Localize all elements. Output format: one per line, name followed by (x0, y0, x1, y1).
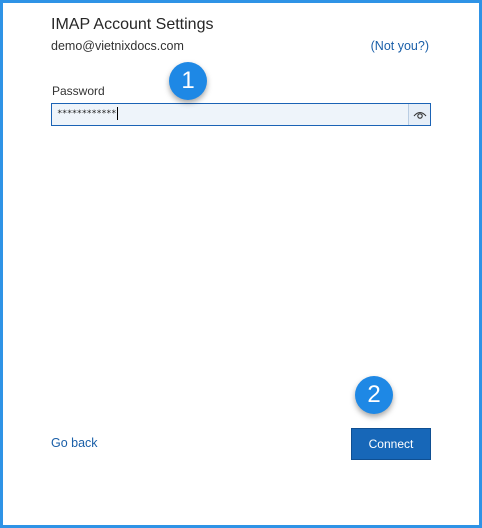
imap-settings-dialog: IMAP Account Settings demo@vietnixdocs.c… (0, 0, 482, 528)
step-1-badge: 1 (169, 62, 207, 100)
go-back-link[interactable]: Go back (51, 436, 98, 450)
text-caret (117, 107, 119, 120)
connect-button[interactable]: Connect (351, 428, 431, 460)
password-value: ************ (57, 107, 119, 120)
account-email: demo@vietnixdocs.com (51, 39, 184, 53)
show-password-button[interactable] (408, 104, 430, 125)
password-field[interactable]: ************ (51, 103, 431, 126)
dialog-title: IMAP Account Settings (51, 16, 214, 33)
password-label: Password (52, 84, 105, 98)
not-you-link[interactable]: (Not you?) (371, 39, 429, 53)
step-2-badge: 2 (355, 376, 393, 414)
eye-icon (413, 111, 426, 119)
